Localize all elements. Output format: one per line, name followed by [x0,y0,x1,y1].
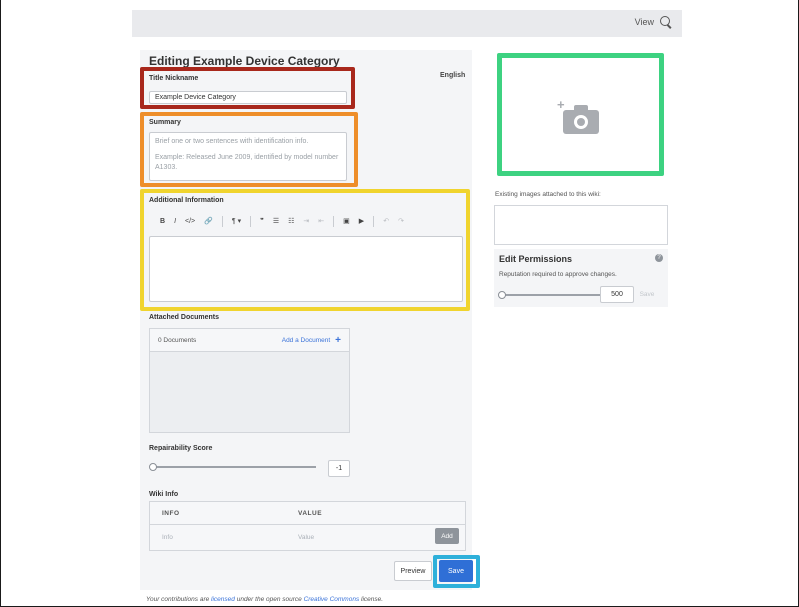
reputation-slider[interactable] [502,294,600,296]
value-column-header: VALUE [298,510,323,517]
license-suffix: license. [359,596,384,603]
reputation-slider-handle[interactable] [498,291,506,299]
add-wiki-info-button[interactable]: Add [435,528,459,544]
highlight-save-button [433,555,480,588]
language-selector[interactable]: English [440,72,465,79]
edit-permissions-panel: Edit Permissions ? Reputation required t… [494,249,668,307]
licensed-link[interactable]: licensed [211,596,235,603]
license-middle: under the open source [234,596,304,603]
attached-documents-panel: 0 Documents Add a Document + [149,328,350,433]
add-document-link[interactable]: Add a Document + [282,335,341,346]
add-document-label: Add a Document [281,336,331,344]
highlight-additional-info [140,189,470,311]
license-prefix: Your contributions are [146,596,212,603]
attached-documents-label: Attached Documents [149,314,220,321]
repairability-slider[interactable] [153,466,316,468]
highlight-summary [140,112,358,187]
preview-button[interactable]: Preview [394,561,432,581]
highlight-title-nickname [140,67,355,109]
highlight-image-upload [497,53,664,176]
value-input[interactable]: Value [298,534,314,541]
repairability-label: Repairability Score [149,445,213,452]
page-title: Editing Example Device Category [149,54,340,68]
permissions-description: Reputation required to approve changes. [499,271,617,278]
plus-icon: + [335,334,341,346]
documents-header: 0 Documents Add a Document + [150,329,349,352]
repairability-value-input[interactable]: -1 [328,460,350,477]
search-icon[interactable] [660,16,672,28]
repairability-value: -1 [335,465,343,472]
info-input[interactable]: Info [162,534,173,541]
reputation-value-input[interactable]: 500 [600,286,634,303]
edit-permissions-title: Edit Permissions [499,254,573,264]
wiki-info-label: Wiki Info [149,491,179,498]
info-column-header: INFO [162,510,180,517]
wiki-info-header: INFO VALUE [150,502,465,525]
existing-images-area [494,205,668,245]
repairability-slider-handle[interactable] [149,463,157,471]
reputation-value: 500 [611,291,623,298]
wiki-info-table: INFO VALUE Info Value Add [149,501,466,551]
view-label: View [634,17,654,27]
documents-count: 0 Documents [158,336,197,344]
existing-images-label: Existing images attached to this wiki: [495,191,601,198]
top-bar: View [132,10,682,37]
creative-commons-link[interactable]: Creative Commons [304,596,360,603]
wiki-info-row: Info Value Add [150,525,465,551]
view-search[interactable]: View [635,16,672,28]
license-notice: Your contributions are licensed under th… [146,596,383,603]
permissions-save-button[interactable]: Save [633,286,661,302]
help-icon[interactable]: ? [655,254,663,262]
